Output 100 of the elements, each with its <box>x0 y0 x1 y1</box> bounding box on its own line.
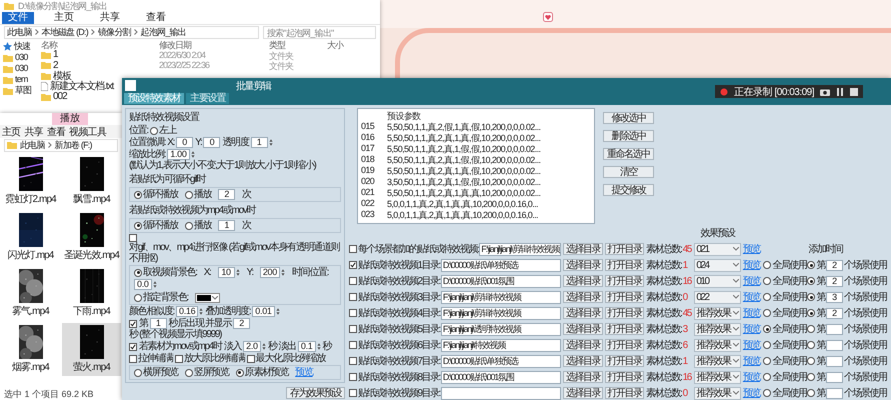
spin-arrows-icon[interactable] <box>152 280 157 289</box>
path-field[interactable]: F:\jianji\jianji\特效视频 <box>440 338 561 352</box>
checkbox[interactable] <box>349 373 357 381</box>
preset-dropdown[interactable]: 010 <box>694 274 741 288</box>
open-folder-button[interactable]: 打开目录 <box>604 339 644 351</box>
list-cell[interactable]: 021 <box>361 187 387 198</box>
spin-arrows-icon[interactable] <box>280 268 285 277</box>
number-field[interactable]: 3 <box>826 292 843 302</box>
ribbon-tab[interactable]: 主页 <box>48 12 80 24</box>
path-field[interactable]: F:\jianji\jianji\剪辑特效视频 <box>479 242 561 256</box>
checkbox[interactable] <box>349 277 357 285</box>
video-file[interactable]: 烟雾.mp4 <box>1 323 60 376</box>
select-folder-button[interactable]: 选择目录 <box>563 243 603 255</box>
open-folder-button[interactable]: 打开目录 <box>604 291 644 303</box>
path-field[interactable]: F:\jianji\jianji\剪辑特效视频 <box>440 306 561 320</box>
list-cell[interactable]: 019 <box>361 165 387 176</box>
radio-button[interactable] <box>763 373 772 381</box>
list-cell[interactable]: 017 <box>361 143 387 154</box>
ribbon-tab[interactable]: 视频工具 <box>69 124 106 138</box>
checkbox[interactable] <box>129 354 137 362</box>
select-folder-button[interactable]: 选择目录 <box>563 291 603 303</box>
radio-button[interactable] <box>807 309 816 317</box>
spin-arrows-icon[interactable] <box>262 342 266 351</box>
number-field[interactable]: 1 <box>250 137 268 148</box>
radio-button[interactable] <box>150 126 158 134</box>
radio-button[interactable] <box>807 261 816 269</box>
ribbon-tab[interactable]: 文件 <box>2 12 34 24</box>
number-field[interactable]: 0 <box>203 137 220 148</box>
number-field[interactable]: 0 <box>176 137 194 148</box>
list-cell[interactable]: 5,0,0,1,1,真,2,真,1,真,真,10,200,0,0,0.16,0... <box>387 209 591 220</box>
search-field[interactable]: 搜索"起泡网_输出" <box>263 26 376 38</box>
number-field[interactable]: 2 <box>826 260 843 270</box>
number-field[interactable]: 2 <box>218 189 236 200</box>
open-folder-button[interactable]: 打开目录 <box>604 259 644 271</box>
preset-dropdown[interactable]: 022 <box>694 290 741 304</box>
number-field[interactable]: 200 <box>260 267 280 278</box>
number-field[interactable]: 2 <box>826 308 843 318</box>
spin-arrows-icon[interactable] <box>236 268 240 277</box>
camera-icon[interactable] <box>820 88 830 96</box>
list-cell[interactable]: 5,50,50,1,1,真,2,真,1,真,假,10,200,0,0,0.02... <box>387 132 591 143</box>
video-file[interactable]: 闪光灯.mp4 <box>1 211 60 264</box>
list-cell[interactable]: 016 <box>361 132 387 143</box>
radio-button[interactable] <box>134 268 142 276</box>
select-folder-button[interactable]: 选择目录 <box>563 355 603 367</box>
radio-button[interactable] <box>134 294 142 302</box>
select-folder-button[interactable]: 选择目录 <box>563 387 603 399</box>
context-tab[interactable]: 播放 <box>52 113 88 125</box>
radio-button[interactable] <box>184 368 193 376</box>
number-field[interactable]: 0.01 <box>252 306 275 317</box>
video-file[interactable]: 萤火.mp4 <box>62 323 121 376</box>
radio-button[interactable] <box>184 222 193 230</box>
preset-dropdown[interactable]: 推荐效果 <box>694 322 741 336</box>
number-field[interactable]: 2.0 <box>243 341 261 352</box>
list-cell[interactable]: 5,50,50,1,1,真,2,真,1,假,假,10,200,0,0,0.02... <box>387 154 591 165</box>
radio-button[interactable] <box>807 373 816 381</box>
radio-button[interactable] <box>763 309 772 317</box>
checkbox[interactable] <box>349 293 357 301</box>
preset-dropdown[interactable]: 推荐效果 <box>694 306 741 320</box>
radio-button[interactable] <box>134 222 142 230</box>
select-folder-button[interactable]: 选择目录 <box>563 339 603 351</box>
spin-arrows-icon[interactable] <box>316 342 321 351</box>
number-field[interactable]: 1.00 <box>167 149 190 160</box>
radio-button[interactable] <box>807 293 816 301</box>
number-field[interactable] <box>826 356 843 366</box>
spin-arrows-icon[interactable] <box>276 307 280 316</box>
record-icon[interactable] <box>720 88 728 96</box>
number-field[interactable] <box>826 388 843 398</box>
list-cell[interactable]: 5,50,50,1,1,真,2,真,1,真,假,10,200,0,0,0.02... <box>387 165 591 176</box>
checkbox[interactable] <box>129 342 137 350</box>
select-folder-button[interactable]: 选择目录 <box>563 275 603 287</box>
number-field[interactable]: 10 <box>218 267 235 278</box>
checkbox[interactable] <box>129 320 137 328</box>
list-action-button[interactable]: 重命名选中 <box>603 148 654 160</box>
list-cell[interactable]: 5,0,0,1,1,真,2,真,1,真,真,10,200,0,0,0.16,0... <box>387 198 591 209</box>
path-field[interactable]: D:\00000贴纸\001氛围 <box>440 370 561 384</box>
radio-button[interactable] <box>807 341 816 349</box>
ribbon-tab[interactable]: 共享 <box>24 124 43 138</box>
checkbox[interactable] <box>349 389 357 397</box>
checkbox[interactable] <box>349 261 357 269</box>
checkbox[interactable] <box>129 234 137 242</box>
list-action-button[interactable]: 删除选中 <box>603 130 654 142</box>
radio-button[interactable] <box>807 277 816 285</box>
radio-button[interactable] <box>763 325 772 333</box>
video-file[interactable]: 下雨.mp4 <box>62 267 121 320</box>
number-field[interactable]: 0.1 <box>298 341 316 352</box>
list-cell[interactable]: 022 <box>361 198 387 209</box>
radio-button[interactable] <box>763 341 772 349</box>
radio-button[interactable] <box>763 389 772 397</box>
checkbox[interactable] <box>174 354 183 362</box>
number-field[interactable]: 1 <box>218 220 236 231</box>
open-folder-button[interactable]: 打开目录 <box>604 323 644 335</box>
preset-dropdown[interactable]: 推荐效果 <box>694 354 741 368</box>
number-field[interactable]: 2 <box>826 276 843 286</box>
path-field[interactable]: D:\00000贴纸\001氛围 <box>440 274 561 288</box>
address-bar[interactable]: 此电脑 本地磁盘 (D:) 镜像分割 起泡网_输出 <box>4 26 259 38</box>
radio-button[interactable] <box>134 190 142 198</box>
radio-button[interactable] <box>807 357 816 365</box>
list-cell[interactable]: 015 <box>361 121 387 132</box>
list-cell[interactable]: 023 <box>361 209 387 220</box>
number-field[interactable]: 0.0 <box>134 279 152 290</box>
